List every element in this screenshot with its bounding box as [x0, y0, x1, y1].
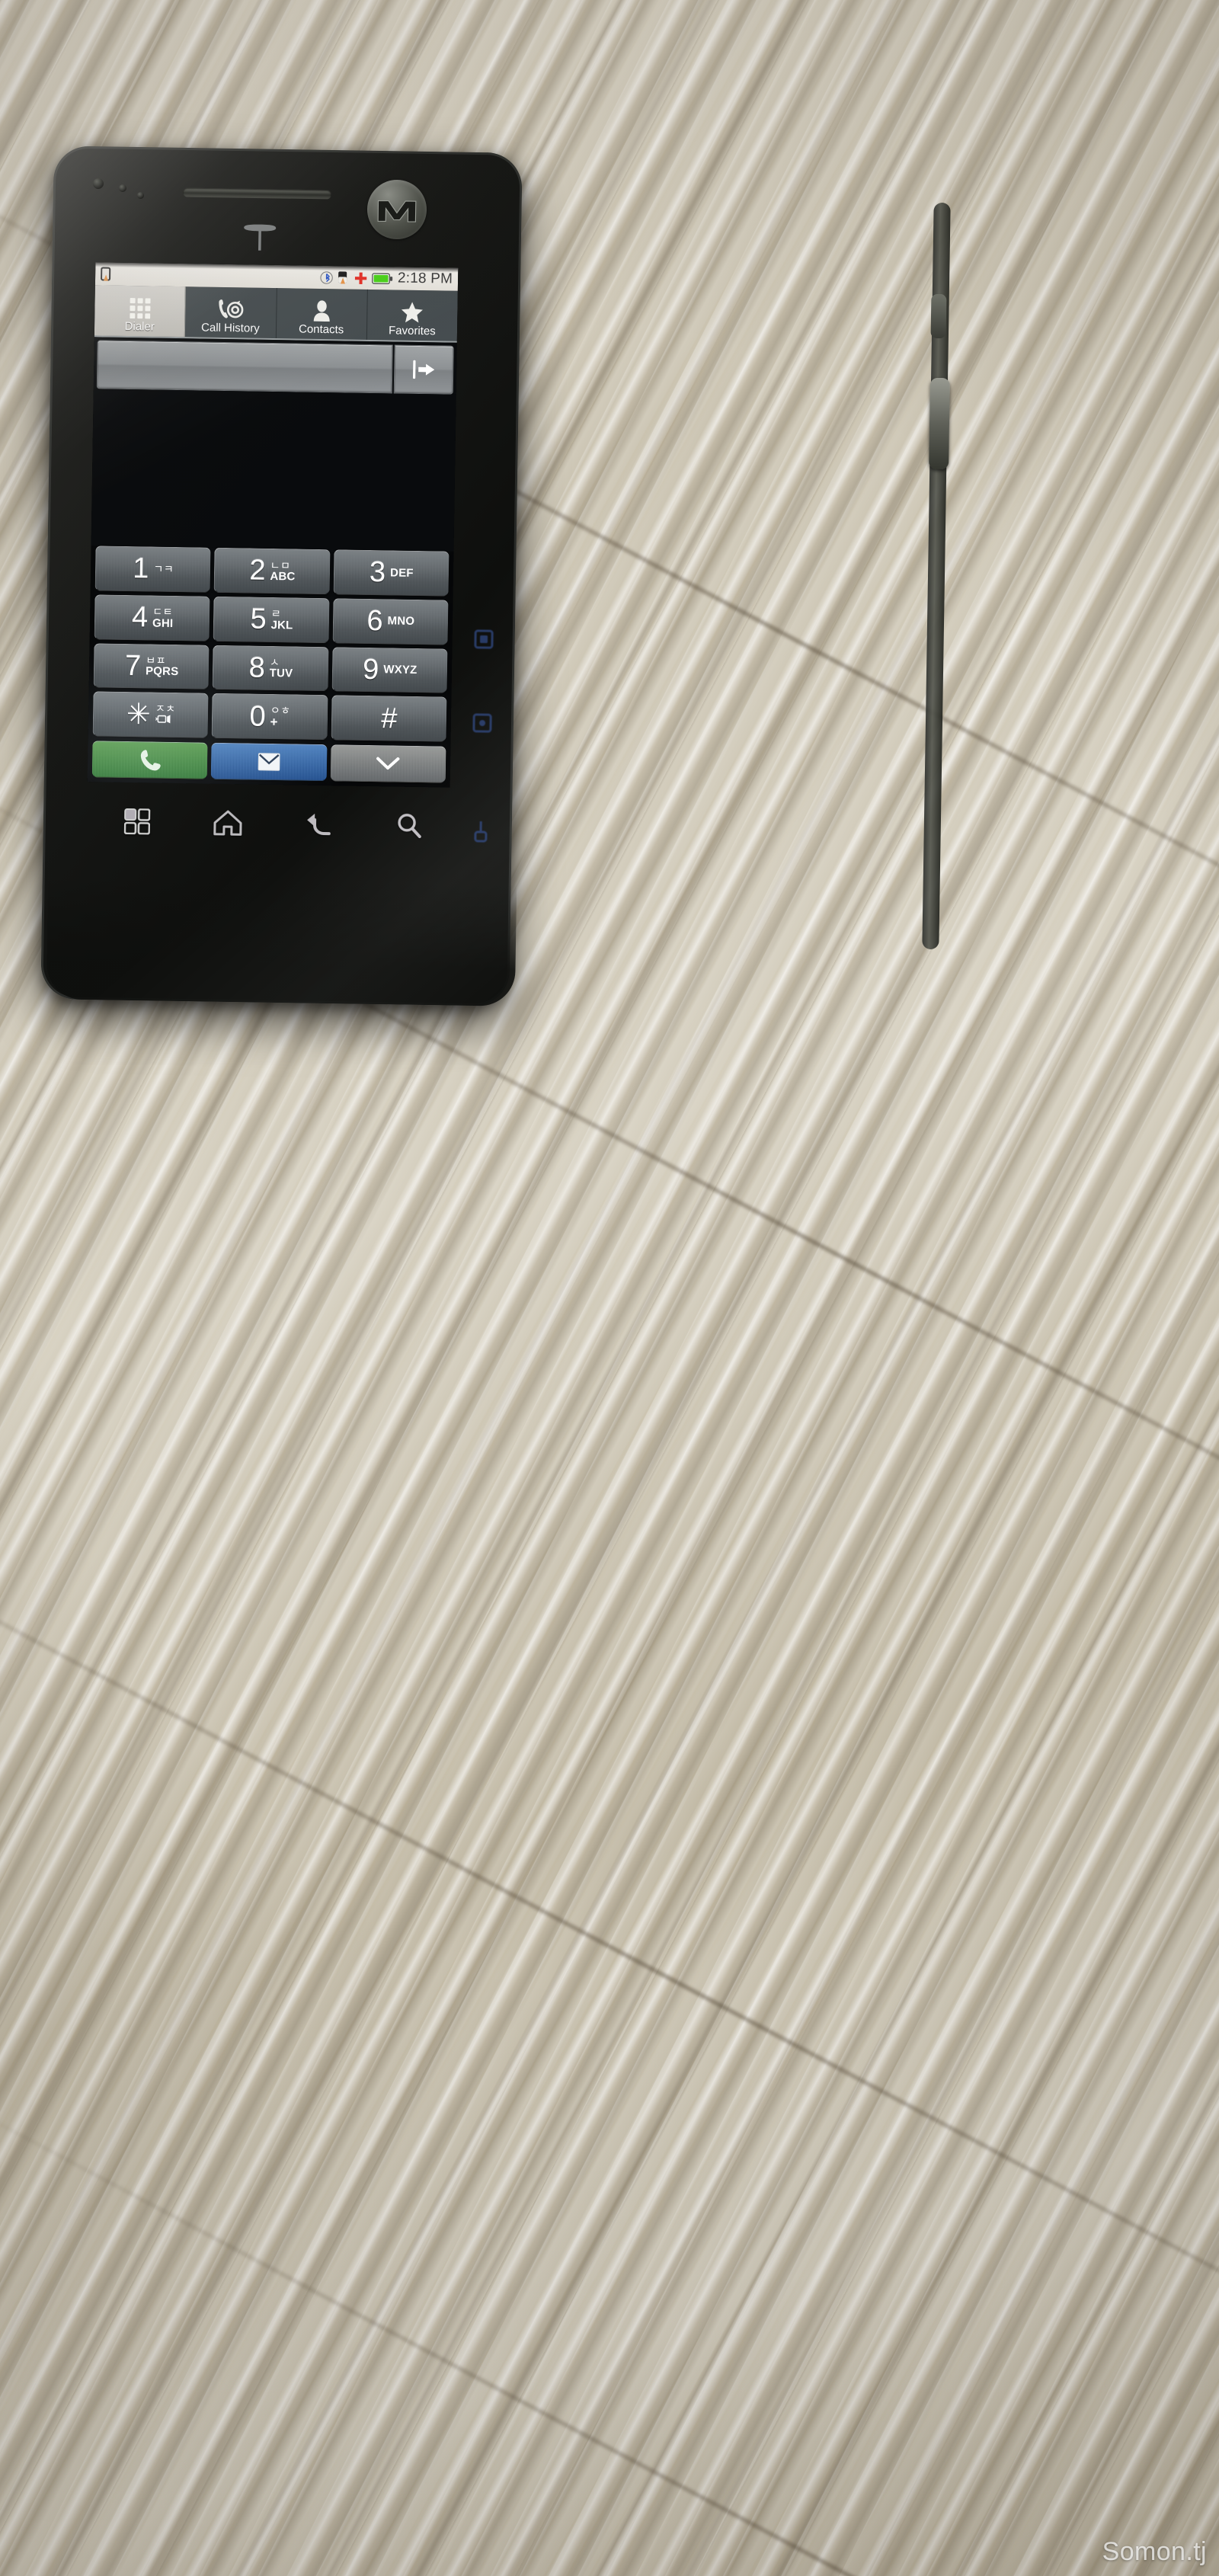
front-camera: [136, 191, 145, 200]
phone-screen[interactable]: 2:18 PM Dialer Call History Contacts Fav…: [87, 262, 459, 788]
proximity-sensor: [92, 178, 104, 190]
red-cross-icon: [354, 272, 367, 284]
bluetooth-icon: [320, 270, 333, 284]
dial-key-0[interactable]: 0 ㅇㅎ +: [211, 693, 328, 741]
dial-key-latin: DEF: [389, 566, 414, 580]
tab-favorites[interactable]: Favorites: [367, 290, 458, 341]
dial-key-4[interactable]: 4 ㄷㅌ GHI: [94, 594, 210, 642]
nav-back-button[interactable]: [304, 811, 332, 841]
backspace-arrow-icon: [412, 360, 435, 379]
more-options-button[interactable]: [330, 744, 446, 783]
dialer-empty-area: [91, 389, 456, 552]
dial-key-korean: ㄱㅋ: [153, 562, 174, 576]
dial-key-digit: 0: [249, 700, 267, 733]
search-magnifier-icon: [397, 813, 421, 838]
sd-card-icon: [338, 271, 347, 284]
moto-t-glyph: [244, 224, 277, 251]
light-sensor: [118, 184, 127, 193]
dial-key-digit: 7: [124, 649, 142, 683]
dial-key-9[interactable]: 9 WXYZ: [331, 646, 448, 693]
back-arrow-icon: [306, 813, 331, 835]
dial-key-7[interactable]: 7 ㅂㅍ PQRS: [93, 642, 210, 690]
dialer-input-row: [93, 337, 457, 395]
usb-port-icon: [472, 713, 492, 737]
volume-rocker-button[interactable]: [929, 377, 950, 470]
motorola-phone: 2:18 PM Dialer Call History Contacts Fav…: [40, 146, 951, 1021]
star-icon: [402, 301, 424, 324]
phone-handset-icon: [140, 750, 161, 771]
call-button[interactable]: [91, 741, 208, 779]
dial-key-plus: +: [270, 715, 278, 730]
dialpad: 1 ㄱㅋ 2 ㄴㅁ ABC 3 DEF 4 ㄷㅌ GHI 5 ㄹ JKL 6 M…: [88, 546, 454, 742]
envelope-icon: [258, 753, 280, 771]
chevron-down-icon: [376, 757, 400, 770]
dial-key-digit: 8: [248, 651, 266, 684]
phone-bottom-chin: [46, 877, 517, 1006]
dial-key-latin: PQRS: [145, 664, 179, 679]
backspace-button[interactable]: [393, 344, 454, 395]
dial-key-star[interactable]: ✳ ㅈㅊ: [92, 691, 209, 738]
tab-contacts[interactable]: Contacts: [276, 288, 368, 340]
dial-key-korean: ㄴㅁ: [270, 558, 291, 571]
battery-full-icon: [371, 272, 393, 284]
dial-key-korean: ㄷㅌ: [152, 605, 174, 619]
dial-key-digit: 2: [249, 554, 266, 587]
menu-grid-icon: [123, 808, 151, 835]
dial-key-digit: 6: [366, 605, 383, 638]
tab-dialer[interactable]: Dialer: [94, 285, 187, 338]
dial-key-8[interactable]: 8 ㅅ TUV: [212, 645, 329, 692]
dialer-action-bar: [88, 736, 451, 787]
dial-key-digit: 1: [132, 552, 149, 585]
tab-call-history[interactable]: Call History: [185, 286, 277, 339]
status-bar-clock: 2:18 PM: [397, 270, 453, 287]
contact-person-icon: [312, 299, 331, 322]
nav-menu-button[interactable]: [123, 808, 151, 838]
dial-key-latin: WXYZ: [383, 663, 418, 677]
dial-key-korean: ㄹ: [270, 607, 282, 620]
dial-key-latin: GHI: [152, 616, 174, 630]
dial-key-5[interactable]: 5 ㄹ JKL: [213, 596, 330, 643]
phone-number-input[interactable]: [96, 340, 393, 394]
nav-home-button[interactable]: [213, 809, 242, 840]
dial-key-latin: MNO: [387, 614, 415, 629]
tab-label: Contacts: [298, 322, 344, 337]
dial-key-latin: JKL: [270, 618, 293, 632]
dial-key-digit: 9: [362, 653, 379, 686]
site-watermark: Somon.tj: [1102, 2537, 1207, 2566]
dial-key-hash[interactable]: #: [331, 695, 447, 742]
home-icon: [213, 810, 242, 836]
dial-key-3[interactable]: 3 DEF: [333, 549, 450, 597]
tab-label: Dialer: [124, 319, 155, 334]
call-history-icon: [218, 298, 244, 322]
tab-label: Call History: [200, 321, 260, 335]
dial-key-digit: ✳: [126, 698, 152, 731]
dial-key-latin: TUV: [269, 667, 293, 680]
dial-key-digit: 4: [131, 601, 149, 634]
dial-key-korean: ㅅ: [269, 656, 280, 669]
dial-key-latin: ABC: [270, 569, 296, 584]
audio-jack-icon: [471, 820, 491, 846]
keypad-grid-icon: [129, 296, 151, 319]
photo-scene: 2:18 PM Dialer Call History Contacts Fav…: [0, 0, 1219, 2576]
dial-key-2[interactable]: 2 ㄴㅁ ABC: [213, 547, 331, 594]
dial-key-digit: 5: [250, 603, 267, 636]
dial-key-korean: ㅈㅊ: [155, 702, 176, 715]
tab-label: Favorites: [388, 324, 436, 338]
sim-card-icon: [101, 266, 111, 281]
camera-bump: [930, 293, 947, 339]
nav-search-button[interactable]: [395, 812, 422, 843]
voicemail-icon: [155, 714, 172, 727]
hardware-nav-bar: [91, 795, 454, 854]
dial-key-digit: 3: [369, 556, 386, 589]
dial-key-6[interactable]: 6 MNO: [332, 598, 449, 645]
sd-card-port-icon: [474, 629, 494, 653]
message-button[interactable]: [211, 742, 328, 782]
tab-bar: Dialer Call History Contacts Favorites: [94, 285, 458, 343]
dial-key-1[interactable]: 1 ㄱㅋ: [94, 546, 211, 593]
dial-key-digit: #: [380, 702, 398, 735]
